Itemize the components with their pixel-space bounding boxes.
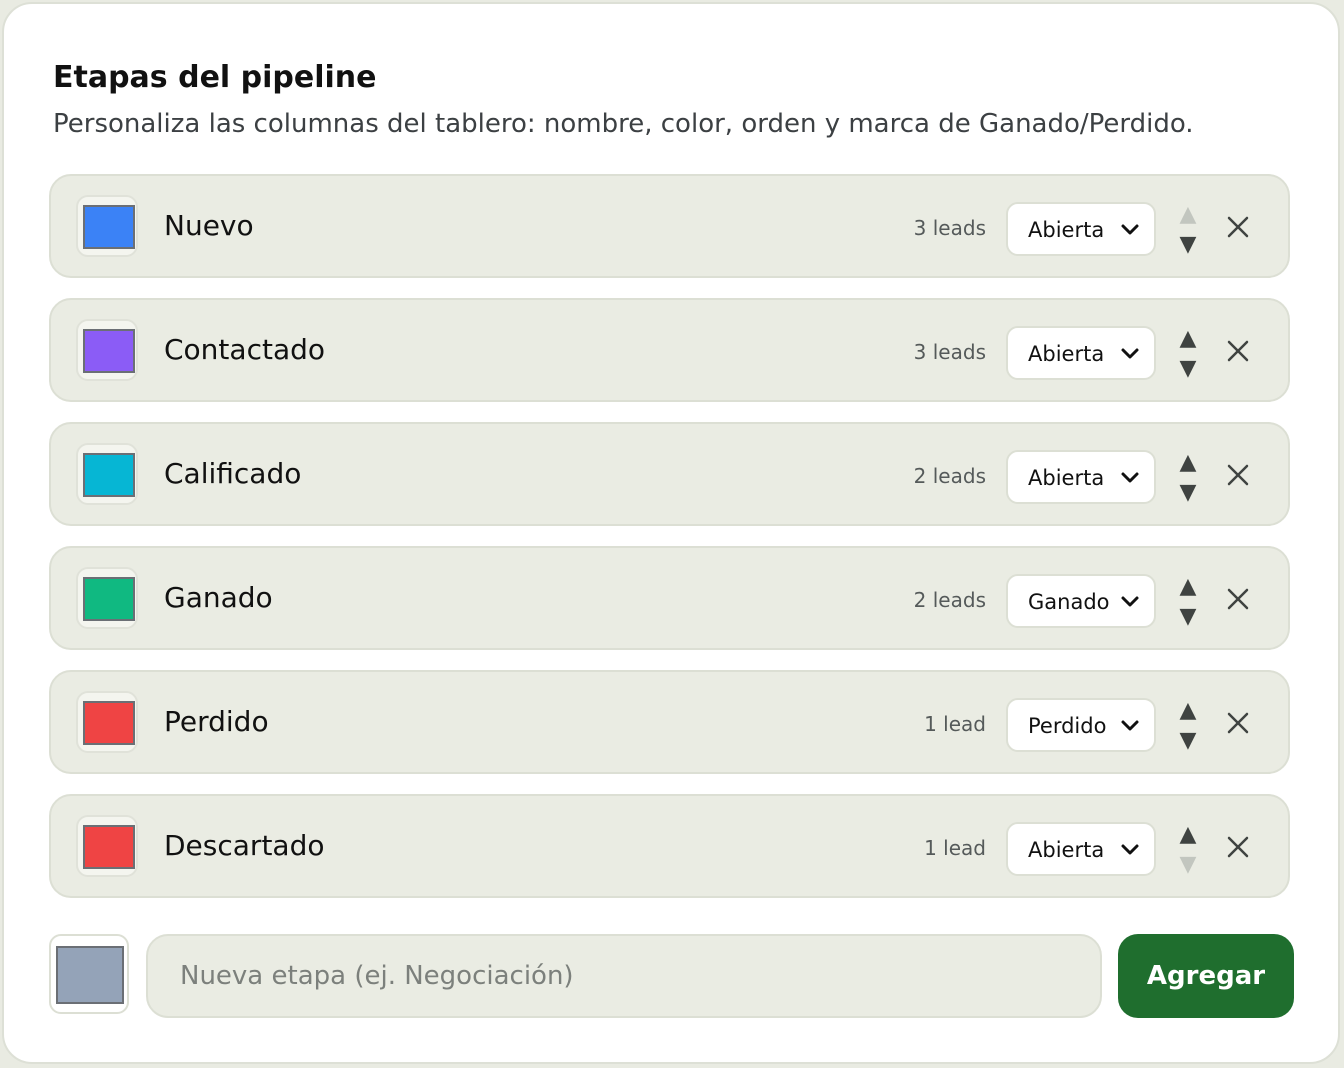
stage-lead-count: 2 leads: [913, 588, 986, 612]
move-down-button[interactable]: ▼: [1175, 357, 1201, 381]
stage-status-select[interactable]: Abierta: [1006, 450, 1156, 504]
stage-name[interactable]: Calificado: [164, 454, 301, 494]
stage-status-value: Perdido: [1028, 714, 1107, 738]
stage-lead-count: 2 leads: [913, 464, 986, 488]
stage-lead-count: 1 lead: [924, 836, 986, 860]
page-title: Etapas del pipeline: [53, 60, 377, 95]
new-stage-color-picker[interactable]: [49, 934, 129, 1014]
chevron-down-icon: [1121, 844, 1139, 855]
triangle-down-icon: ▼: [1179, 852, 1197, 877]
close-icon[interactable]: [1225, 214, 1251, 240]
stage-status-value: Abierta: [1028, 838, 1105, 862]
stage-lead-count: 3 leads: [913, 340, 986, 364]
triangle-up-icon: ▲: [1179, 450, 1197, 475]
stage-color-swatch: [83, 701, 135, 745]
stage-color-swatch: [83, 329, 135, 373]
stage-row: Perdido 1 lead Perdido ▲ ▼: [49, 670, 1290, 774]
stage-color-swatch: [83, 825, 135, 869]
stage-name[interactable]: Contactado: [164, 330, 325, 370]
move-down-button[interactable]: ▼: [1175, 233, 1201, 257]
stage-status-value: Abierta: [1028, 466, 1105, 490]
chevron-down-icon: [1121, 348, 1139, 359]
stage-color-picker[interactable]: [76, 567, 138, 629]
stage-status-select[interactable]: Abierta: [1006, 822, 1156, 876]
move-up-button[interactable]: ▲: [1175, 451, 1201, 475]
move-up-button[interactable]: ▲: [1175, 575, 1201, 599]
chevron-down-icon: [1121, 472, 1139, 483]
triangle-up-icon: ▲: [1179, 574, 1197, 599]
stage-row: Calificado 2 leads Abierta ▲ ▼: [49, 422, 1290, 526]
stage-row: Descartado 1 lead Abierta ▲ ▼: [49, 794, 1290, 898]
stage-status-select[interactable]: Abierta: [1006, 326, 1156, 380]
stage-color-picker[interactable]: [76, 691, 138, 753]
move-up-button[interactable]: ▲: [1175, 203, 1201, 227]
close-icon[interactable]: [1225, 586, 1251, 612]
close-icon[interactable]: [1225, 710, 1251, 736]
triangle-up-icon: ▲: [1179, 822, 1197, 847]
close-icon[interactable]: [1225, 462, 1251, 488]
triangle-down-icon: ▼: [1179, 480, 1197, 505]
new-stage-name-input[interactable]: [146, 934, 1102, 1018]
stage-color-picker[interactable]: [76, 319, 138, 381]
triangle-up-icon: ▲: [1179, 698, 1197, 723]
chevron-down-icon: [1121, 720, 1139, 731]
stage-row: Contactado 3 leads Abierta ▲ ▼: [49, 298, 1290, 402]
triangle-down-icon: ▼: [1179, 728, 1197, 753]
stage-lead-count: 3 leads: [913, 216, 986, 240]
move-down-button[interactable]: ▼: [1175, 853, 1201, 877]
triangle-down-icon: ▼: [1179, 356, 1197, 381]
stage-color-picker[interactable]: [76, 443, 138, 505]
stage-status-value: Ganado: [1028, 590, 1110, 614]
stage-status-value: Abierta: [1028, 218, 1105, 242]
stage-color-swatch: [83, 205, 135, 249]
move-down-button[interactable]: ▼: [1175, 605, 1201, 629]
move-up-button[interactable]: ▲: [1175, 823, 1201, 847]
stage-name[interactable]: Perdido: [164, 702, 269, 742]
stage-status-value: Abierta: [1028, 342, 1105, 366]
chevron-down-icon: [1121, 224, 1139, 235]
page-subtitle: Personaliza las columnas del tablero: no…: [53, 109, 1194, 139]
triangle-down-icon: ▼: [1179, 604, 1197, 629]
stage-status-select[interactable]: Abierta: [1006, 202, 1156, 256]
triangle-down-icon: ▼: [1179, 232, 1197, 257]
stage-lead-count: 1 lead: [924, 712, 986, 736]
add-stage-button[interactable]: Agregar: [1118, 934, 1294, 1018]
stage-name[interactable]: Nuevo: [164, 206, 254, 246]
triangle-up-icon: ▲: [1179, 326, 1197, 351]
triangle-up-icon: ▲: [1179, 202, 1197, 227]
stage-color-swatch: [83, 453, 135, 497]
stage-status-select[interactable]: Perdido: [1006, 698, 1156, 752]
stage-color-picker[interactable]: [76, 815, 138, 877]
pipeline-stages-card: Etapas del pipeline Personaliza las colu…: [2, 2, 1340, 1064]
close-icon[interactable]: [1225, 338, 1251, 364]
stage-name[interactable]: Descartado: [164, 826, 324, 866]
stage-status-select[interactable]: Ganado: [1006, 574, 1156, 628]
move-down-button[interactable]: ▼: [1175, 729, 1201, 753]
stage-row: Nuevo 3 leads Abierta ▲ ▼: [49, 174, 1290, 278]
new-stage-color-swatch: [56, 946, 124, 1004]
chevron-down-icon: [1121, 596, 1139, 607]
close-icon[interactable]: [1225, 834, 1251, 860]
stage-color-swatch: [83, 577, 135, 621]
move-up-button[interactable]: ▲: [1175, 699, 1201, 723]
stage-color-picker[interactable]: [76, 195, 138, 257]
move-up-button[interactable]: ▲: [1175, 327, 1201, 351]
move-down-button[interactable]: ▼: [1175, 481, 1201, 505]
stage-row: Ganado 2 leads Ganado ▲ ▼: [49, 546, 1290, 650]
stage-name[interactable]: Ganado: [164, 578, 273, 618]
